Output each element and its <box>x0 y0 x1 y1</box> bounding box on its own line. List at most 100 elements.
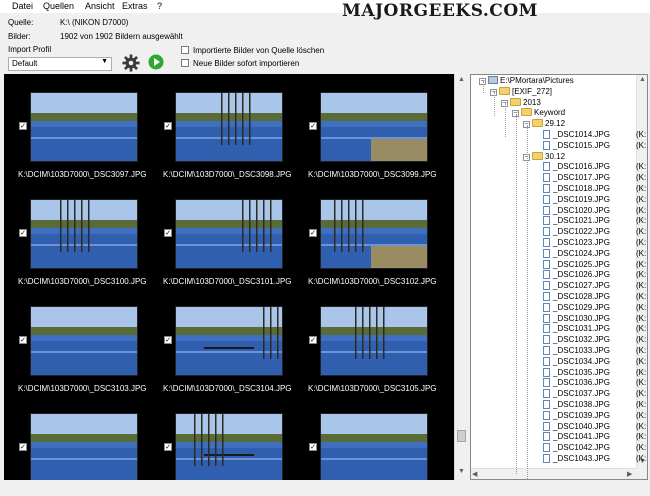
thumbnail-image[interactable] <box>175 413 283 480</box>
tree-item-file[interactable]: _DSC1032.JPG (K: <box>543 335 646 346</box>
tree-item-file[interactable]: _DSC1020.JPG (K: <box>543 205 646 217</box>
tree-item-file[interactable]: _DSC1028.JPG (K: <box>543 292 646 303</box>
tree-item-file[interactable]: _DSC1018.JPG (K: <box>543 184 646 195</box>
play-icon[interactable] <box>148 54 164 70</box>
tree-item-source: (K: <box>636 389 647 399</box>
thumbnail-checkbox[interactable]: ✓ <box>164 443 172 451</box>
tree-item-exif[interactable]: [EXIF_272] <box>499 86 552 98</box>
thumbnail-item[interactable]: ✓ K:\DCIM\103D7000\_DSC3101.JPG <box>149 181 294 286</box>
thumbnail-checkbox[interactable]: ✓ <box>309 229 317 237</box>
tree-item-file[interactable]: _DSC1041.JPG (K: <box>543 432 646 443</box>
delete-after-import-option[interactable]: Importierte Bilder von Quelle löschen <box>181 46 324 55</box>
thumbnail-item[interactable]: ✓ K:\DCIM\103D7000\_DSC3098.JPG <box>149 74 294 179</box>
tree-item-file[interactable]: _DSC1026.JPG (K: <box>543 270 646 281</box>
tree-item-file[interactable]: _DSC1014.JPG (K: <box>543 130 646 141</box>
thumbnail-image[interactable] <box>175 306 283 376</box>
thumbnail-checkbox[interactable]: ✓ <box>19 229 27 237</box>
thumbnail-item[interactable]: ✓ K:\DCIM\103D7000\_DSC3099.JPG <box>294 74 439 179</box>
thumbnail-item[interactable]: ✓ K:\DCIM\103D7000\_DSC3104.JPG <box>149 288 294 393</box>
scroll-up-icon[interactable]: ▲ <box>639 76 646 83</box>
thumbnail-image[interactable] <box>320 306 428 376</box>
thumbnail-checkbox[interactable]: ✓ <box>19 443 27 451</box>
thumbnail-checkbox[interactable]: ✓ <box>19 122 27 130</box>
scroll-right-icon[interactable]: ▶ <box>627 470 632 478</box>
thumbnail-checkbox[interactable]: ✓ <box>309 443 317 451</box>
tree-item-root[interactable]: E:\PMortara\Pictures <box>488 76 574 87</box>
tree-item-file[interactable]: _DSC1040.JPG (K: <box>543 421 646 433</box>
tree-item-file[interactable]: _DSC1015.JPG (K: <box>543 140 646 152</box>
menu-help[interactable]: ? <box>157 1 162 11</box>
computer-icon <box>488 76 498 84</box>
scrollbar-thumb[interactable] <box>457 430 466 442</box>
menu-quellen[interactable]: Quellen <box>43 1 74 11</box>
tree-item-date[interactable]: 29.12 <box>532 119 565 130</box>
tree-item-file[interactable]: _DSC1029.JPG (K: <box>543 302 646 314</box>
thumbnail-image[interactable] <box>320 413 428 480</box>
tree-item-file[interactable]: _DSC1023.JPG (K: <box>543 238 646 249</box>
import-immediately-option[interactable]: Neue Bilder sofort importieren <box>181 59 299 68</box>
thumbnail-image[interactable] <box>30 306 138 376</box>
tree-item-file[interactable]: _DSC1036.JPG (K: <box>543 378 646 389</box>
thumbnail-image[interactable] <box>320 199 428 269</box>
thumbnail-item[interactable]: ✓ K:\DCIM\103D7000\_DSC3105.JPG <box>294 288 439 393</box>
tree-item-file[interactable]: _DSC1030.JPG (K: <box>543 313 646 325</box>
thumbnail-scrollbar[interactable]: ▲ ▼ <box>454 74 468 480</box>
thumbnail-item[interactable]: ✓ <box>149 395 294 480</box>
tree-item-file[interactable]: _DSC1019.JPG (K: <box>543 194 646 206</box>
thumbnail-item[interactable]: ✓ <box>4 395 149 480</box>
tree-item-label: 29.12 <box>545 119 566 129</box>
tree-item-date[interactable]: 30.12 <box>532 151 565 163</box>
menu-datei[interactable]: Datei <box>12 1 33 11</box>
thumbnail-checkbox[interactable]: ✓ <box>309 336 317 344</box>
tree-item-file[interactable]: _DSC1025.JPG (K: <box>543 259 646 271</box>
thumbnail-image[interactable] <box>30 199 138 269</box>
tree-item-keyword[interactable]: Keyword <box>521 108 565 119</box>
thumbnail-item[interactable]: ✓ K:\DCIM\103D7000\_DSC3100.JPG <box>4 181 149 286</box>
tree-horizontal-scrollbar[interactable]: ◀ ▶ <box>471 468 637 479</box>
menu-extras[interactable]: Extras <box>122 1 148 11</box>
thumbnail-item[interactable]: ✓ K:\DCIM\103D7000\_DSC3102.JPG <box>294 181 439 286</box>
thumbnail-item[interactable]: ✓ K:\DCIM\103D7000\_DSC3103.JPG <box>4 288 149 393</box>
thumbnail-image[interactable] <box>30 92 138 162</box>
tree-item-file[interactable]: _DSC1021.JPG (K: <box>543 216 646 227</box>
thumbnail-checkbox[interactable]: ✓ <box>19 336 27 344</box>
tree-item-year[interactable]: 2013 <box>510 97 541 109</box>
tree-item-file[interactable]: _DSC1035.JPG (K: <box>543 367 646 379</box>
thumbnail-checkbox[interactable]: ✓ <box>164 229 172 237</box>
thumbnail-item[interactable]: ✓ K:\DCIM\103D7000\_DSC3097.JPG <box>4 74 149 179</box>
tree-item-source: (K: <box>636 173 647 183</box>
thumbnail-image[interactable] <box>175 199 283 269</box>
tree-item-file[interactable]: _DSC1039.JPG (K: <box>543 410 646 422</box>
scroll-up-icon[interactable]: ▲ <box>458 76 465 83</box>
profile-select[interactable]: Default ▼ <box>8 57 112 71</box>
tree-item-label: _DSC1037.JPG <box>553 389 610 399</box>
thumbnail-checkbox[interactable]: ✓ <box>164 336 172 344</box>
tree-item-file[interactable]: _DSC1016.JPG (K: <box>543 162 646 173</box>
folder-icon <box>532 119 543 128</box>
thumbnail-image[interactable] <box>175 92 283 162</box>
tree-item-file[interactable]: _DSC1031.JPG (K: <box>543 324 646 335</box>
chevron-down-icon: ▼ <box>101 58 108 65</box>
thumbnail-image[interactable] <box>30 413 138 480</box>
tree-item-file[interactable]: _DSC1027.JPG (K: <box>543 281 646 292</box>
gear-icon[interactable] <box>122 54 140 72</box>
tree-item-file[interactable]: _DSC1038.JPG (K: <box>543 400 646 411</box>
tree-item-file[interactable]: _DSC1043.JPG (K: <box>543 454 646 465</box>
tree-item-file[interactable]: _DSC1022.JPG (K: <box>543 227 646 238</box>
scroll-down-icon[interactable]: ▼ <box>458 468 465 475</box>
tree-item-file[interactable]: _DSC1037.JPG (K: <box>543 389 646 400</box>
thumbnail-image[interactable] <box>320 92 428 162</box>
tree-item-file[interactable]: _DSC1024.JPG (K: <box>543 248 646 260</box>
delete-after-import-checkbox[interactable] <box>181 46 189 54</box>
thumbnail-item[interactable]: ✓ <box>294 395 439 480</box>
thumbnail-checkbox[interactable]: ✓ <box>309 122 317 130</box>
tree-item-file[interactable]: _DSC1042.JPG (K: <box>543 443 646 454</box>
tree-item-file[interactable]: _DSC1017.JPG (K: <box>543 173 646 184</box>
menu-ansicht[interactable]: Ansicht <box>85 1 115 11</box>
images-value: 1902 von 1902 Bildern ausgewählt <box>60 32 183 41</box>
thumbnail-checkbox[interactable]: ✓ <box>164 122 172 130</box>
tree-item-file[interactable]: _DSC1034.JPG (K: <box>543 356 646 368</box>
tree-item-file[interactable]: _DSC1033.JPG (K: <box>543 346 646 357</box>
import-immediately-checkbox[interactable] <box>181 59 189 67</box>
scroll-left-icon[interactable]: ◀ <box>472 470 477 478</box>
